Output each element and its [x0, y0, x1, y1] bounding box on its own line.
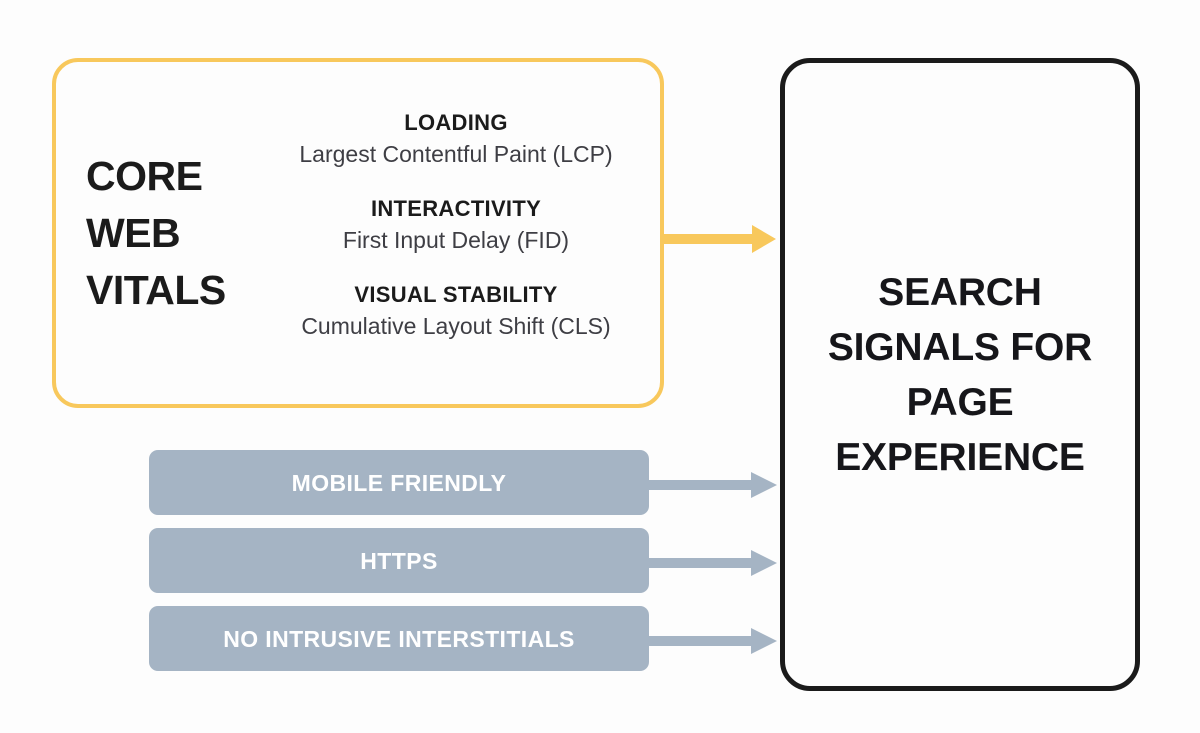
metric-loading-heading: LOADING: [404, 110, 508, 135]
signal-bar-https: HTTPS: [149, 528, 649, 593]
metric-visual-stability-subtitle: Cumulative Layout Shift (CLS): [301, 313, 611, 339]
signal-bar-mobile-friendly-label: MOBILE FRIENDLY: [291, 469, 507, 496]
search-signals-panel: SEARCH SIGNALS FOR PAGE EXPERIENCE: [780, 58, 1140, 691]
metric-interactivity-heading: INTERACTIVITY: [370, 196, 542, 221]
signal-bar-https-label: HTTPS: [360, 547, 438, 574]
arrow-right-icon-mobile-friendly: [645, 472, 777, 498]
metric-interactivity: INTERACTIVITY First Input Delay (FID): [256, 194, 656, 256]
signal-bar-no-intrusive-interstitials-label: NO INTRUSIVE INTERSTITIALS: [223, 625, 575, 652]
core-web-vitals-title: CORE WEB VITALS: [86, 153, 226, 313]
core-web-vitals-card: CORE WEB VITALS LOADING Largest Contentf…: [52, 58, 664, 408]
search-signals-panel-title: SEARCH SIGNALS FOR PAGE EXPERIENCE: [827, 270, 1093, 479]
core-web-vitals-metric-list: LOADING Largest Contentful Paint (LCP) I…: [256, 108, 656, 342]
metric-interactivity-subtitle: First Input Delay (FID): [342, 227, 570, 253]
metric-visual-stability: VISUAL STABILITY Cumulative Layout Shift…: [256, 280, 656, 342]
arrow-right-icon-no-intrusive-interstitials: [645, 628, 777, 654]
signal-bar-mobile-friendly: MOBILE FRIENDLY: [149, 450, 649, 515]
arrow-right-icon-https: [645, 550, 777, 576]
signal-bar-no-intrusive-interstitials: NO INTRUSIVE INTERSTITIALS: [149, 606, 649, 671]
diagram-canvas: CORE WEB VITALS LOADING Largest Contentf…: [0, 0, 1200, 733]
arrow-right-icon-core-web-vitals: [664, 225, 776, 253]
metric-visual-stability-heading: VISUAL STABILITY: [354, 282, 558, 307]
metric-loading-subtitle: Largest Contentful Paint (LCP): [299, 141, 613, 167]
metric-loading: LOADING Largest Contentful Paint (LCP): [256, 108, 656, 170]
